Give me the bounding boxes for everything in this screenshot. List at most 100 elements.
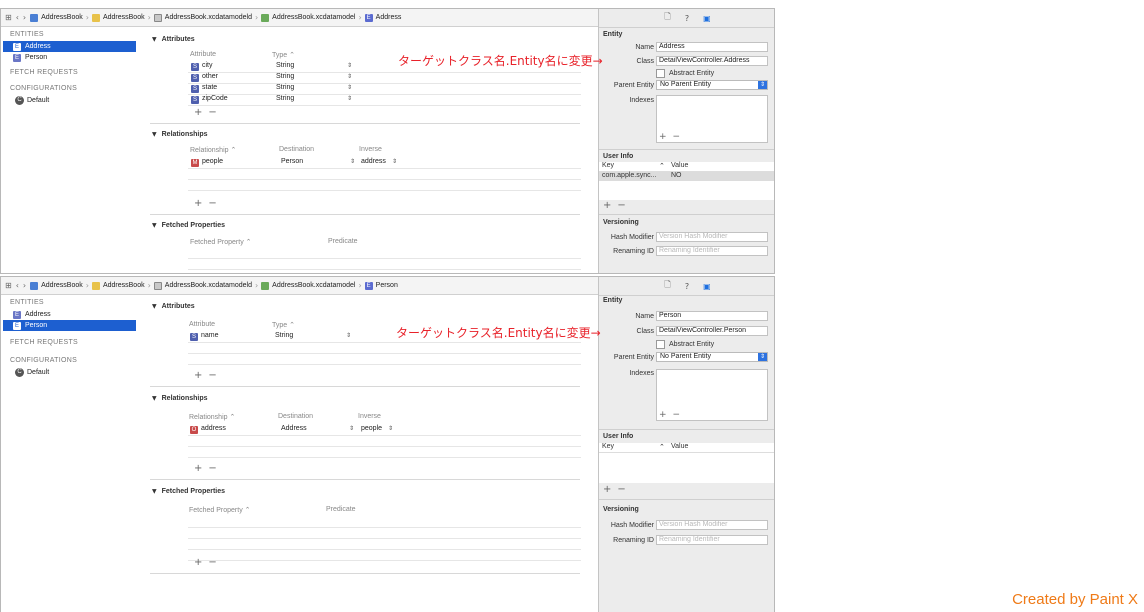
column-header-predicate[interactable]: Predicate: [326, 506, 356, 513]
relationship-destination[interactable]: Person: [281, 158, 303, 165]
value-column-header[interactable]: Value: [671, 443, 688, 450]
popup-stepper-icon[interactable]: ⇕: [347, 62, 352, 69]
entity-class-field[interactable]: DetailViewController.Address: [656, 56, 768, 66]
column-header-destination[interactable]: Destination: [279, 146, 314, 153]
breadcrumb-item[interactable]: Person: [376, 282, 398, 289]
user-info-table[interactable]: Key ⌃ Value com.apple.sync... NO: [599, 162, 774, 200]
remove-icon[interactable]: −: [208, 370, 216, 381]
data-model-inspector-icon[interactable]: ▣: [703, 282, 711, 291]
table-row[interactable]: SzipCode String ⇕: [188, 94, 581, 106]
abstract-entity-checkbox[interactable]: Abstract Entity: [656, 69, 714, 78]
grid-icon[interactable]: ⊞: [5, 281, 12, 290]
column-header-attribute[interactable]: Attribute: [190, 51, 216, 58]
column-header-relationship[interactable]: Relationship ⌃: [189, 413, 235, 421]
table-row[interactable]: com.apple.sync... NO: [599, 172, 774, 181]
popup-stepper-icon[interactable]: ⇕: [388, 425, 393, 432]
breadcrumb-item[interactable]: AddressBook.xcdatamodeld: [165, 282, 252, 289]
breadcrumb-item[interactable]: AddressBook: [103, 282, 145, 289]
attributes-section-toggle[interactable]: ▼ Attributes: [152, 303, 195, 310]
remove-icon[interactable]: −: [617, 484, 625, 495]
column-header-predicate[interactable]: Predicate: [328, 238, 358, 245]
remove-icon[interactable]: −: [673, 132, 681, 142]
back-icon[interactable]: ‹: [16, 13, 19, 22]
add-icon[interactable]: +: [194, 557, 202, 568]
attributes-section-toggle[interactable]: ▼ Attributes: [152, 36, 195, 43]
file-inspector-icon[interactable]: 🗋: [664, 279, 670, 293]
column-header-attribute[interactable]: Attribute: [189, 321, 215, 328]
forward-icon[interactable]: ›: [23, 13, 26, 22]
relationships-section-toggle[interactable]: ▼ Relationships: [152, 395, 208, 402]
value-column-header[interactable]: Value: [671, 162, 688, 169]
quick-help-icon[interactable]: ?: [685, 282, 689, 291]
breadcrumb-item[interactable]: AddressBook: [41, 282, 83, 289]
sidebar-item-person[interactable]: E Person: [1, 52, 138, 63]
breadcrumb-item[interactable]: AddressBook.xcdatamodel: [272, 282, 355, 289]
indexes-list[interactable]: + −: [656, 95, 768, 143]
forward-icon[interactable]: ›: [23, 281, 26, 290]
attribute-type[interactable]: String: [275, 332, 293, 339]
breadcrumb-item[interactable]: Address: [376, 14, 402, 21]
entity-class-field[interactable]: DetailViewController.Person: [656, 326, 768, 336]
column-header-relationship[interactable]: Relationship ⌃: [190, 146, 236, 154]
remove-icon[interactable]: −: [617, 200, 625, 211]
user-info-table[interactable]: Key ⌃ Value: [599, 443, 774, 483]
add-icon[interactable]: +: [659, 410, 667, 420]
hash-modifier-field[interactable]: Version Hash Modifier: [656, 520, 768, 530]
column-header-fetched-property[interactable]: Fetched Property ⌃: [190, 238, 252, 246]
remove-icon[interactable]: −: [208, 463, 216, 474]
popup-stepper-icon[interactable]: ⇕: [347, 84, 352, 91]
column-header-destination[interactable]: Destination: [278, 413, 313, 420]
popup-stepper-icon[interactable]: ⇕: [349, 425, 354, 432]
back-icon[interactable]: ‹: [16, 281, 19, 290]
key-column-header[interactable]: Key: [602, 443, 614, 450]
breadcrumb-item[interactable]: AddressBook: [41, 14, 83, 21]
relationship-inverse[interactable]: people: [361, 425, 382, 432]
column-header-inverse[interactable]: Inverse: [358, 413, 381, 420]
parent-entity-popup[interactable]: No Parent Entity ⇕: [656, 80, 768, 90]
add-icon[interactable]: +: [194, 198, 202, 209]
add-icon[interactable]: +: [659, 132, 667, 142]
sidebar-item-address[interactable]: E Address: [3, 41, 136, 52]
popup-stepper-icon[interactable]: ⇕: [346, 332, 351, 339]
sidebar-item-person[interactable]: E Person: [3, 320, 136, 331]
breadcrumb-item[interactable]: AddressBook: [103, 14, 145, 21]
column-header-type[interactable]: Type ⌃: [272, 321, 295, 329]
hash-modifier-field[interactable]: Version Hash Modifier: [656, 232, 768, 242]
add-icon[interactable]: +: [603, 200, 611, 211]
relationships-section-toggle[interactable]: ▼ Relationships: [152, 131, 208, 138]
file-inspector-icon[interactable]: 🗋: [664, 11, 670, 25]
entity-name-field[interactable]: Person: [656, 311, 768, 321]
breadcrumb-item[interactable]: AddressBook.xcdatamodeld: [165, 14, 252, 21]
popup-stepper-icon[interactable]: ⇕: [347, 95, 352, 102]
relationship-inverse[interactable]: address: [361, 158, 386, 165]
popup-stepper-icon[interactable]: ⇕: [350, 158, 355, 165]
column-header-inverse[interactable]: Inverse: [359, 146, 382, 153]
sidebar-item-default[interactable]: C Default: [1, 367, 138, 378]
grid-icon[interactable]: ⊞: [5, 13, 12, 22]
attribute-type[interactable]: String: [276, 84, 294, 91]
parent-entity-popup[interactable]: No Parent Entity ⇕: [656, 352, 768, 362]
add-icon[interactable]: +: [603, 484, 611, 495]
add-icon[interactable]: +: [194, 370, 202, 381]
abstract-entity-checkbox[interactable]: Abstract Entity: [656, 340, 714, 349]
sidebar-item-default[interactable]: C Default: [1, 95, 138, 106]
add-icon[interactable]: +: [194, 107, 202, 118]
sidebar-item-address[interactable]: E Address: [1, 309, 138, 320]
attribute-type[interactable]: String: [276, 62, 294, 69]
remove-icon[interactable]: −: [673, 410, 681, 420]
popup-stepper-icon[interactable]: ⇕: [392, 158, 397, 165]
remove-icon[interactable]: −: [208, 198, 216, 209]
breadcrumb-item[interactable]: AddressBook.xcdatamodel: [272, 14, 355, 21]
fetched-properties-section-toggle[interactable]: ▼ Fetched Properties: [152, 488, 225, 495]
entity-name-field[interactable]: Address: [656, 42, 768, 52]
renaming-id-field[interactable]: Renaming Identifier: [656, 535, 768, 545]
attribute-type[interactable]: String: [276, 73, 294, 80]
relationship-destination[interactable]: Address: [281, 425, 307, 432]
remove-icon[interactable]: −: [208, 557, 216, 568]
column-header-type[interactable]: Type ⌃: [272, 51, 295, 59]
key-column-header[interactable]: Key: [602, 162, 614, 169]
popup-stepper-icon[interactable]: ⇕: [347, 73, 352, 80]
indexes-list[interactable]: + −: [656, 369, 768, 421]
column-header-fetched-property[interactable]: Fetched Property ⌃: [189, 506, 251, 514]
renaming-id-field[interactable]: Renaming Identifier: [656, 246, 768, 256]
